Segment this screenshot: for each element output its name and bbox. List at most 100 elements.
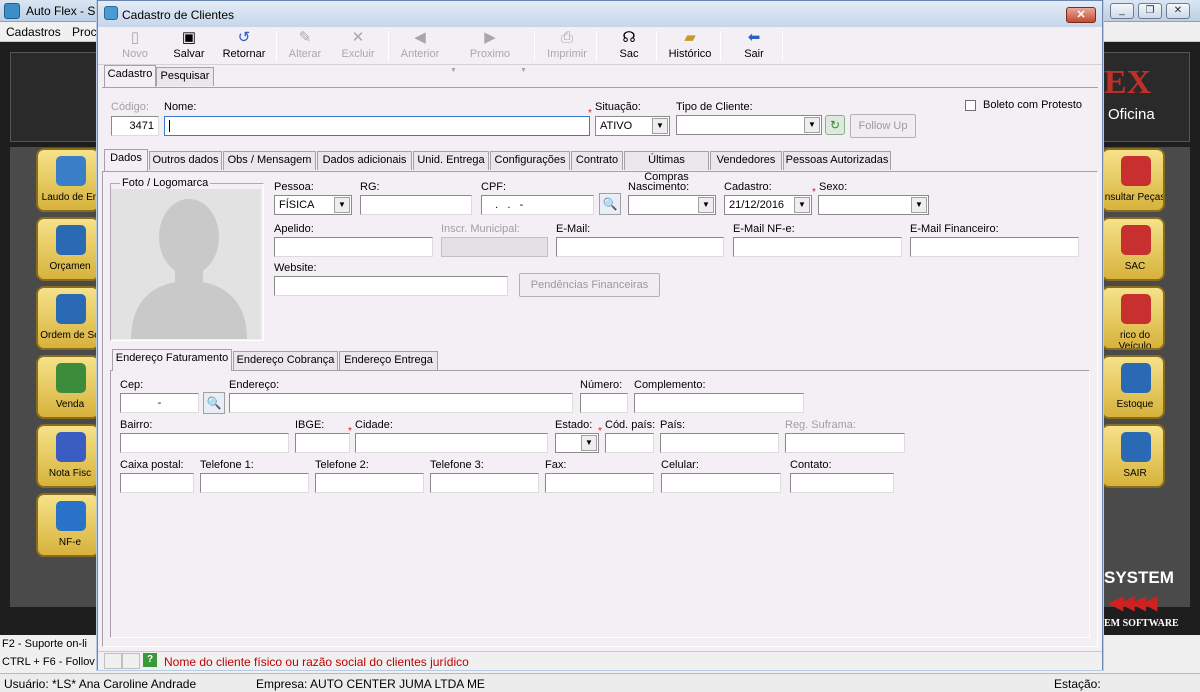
bairro-field[interactable] [120, 433, 289, 453]
email-field[interactable] [556, 237, 724, 257]
tab-endereco-entrega[interactable]: Endereço Entrega [339, 351, 438, 370]
tab-obs-mensagem[interactable]: Obs / Mensagem [223, 151, 316, 170]
boleto-checkbox[interactable] [965, 100, 976, 111]
proximo-dropdown-icon[interactable]: ▼ [520, 67, 527, 74]
tile-venda[interactable]: Venda [36, 355, 100, 419]
novo-button[interactable]: ▯ Novo [114, 29, 156, 63]
restore-icon[interactable]: ❐ [1138, 3, 1162, 19]
refresh-icon[interactable]: ↻ [825, 115, 845, 135]
app-title: Auto Flex - Si [26, 4, 99, 18]
tile-consultar-pecas[interactable]: nsultar Peças [1101, 148, 1165, 212]
email-financeiro-field[interactable] [910, 237, 1079, 257]
required-mark: * [812, 187, 816, 198]
reg-suframa-label: Reg. Suframa: [785, 419, 856, 431]
tipo-cliente-select[interactable]: ▼ [676, 115, 822, 135]
menu-processos[interactable]: Proc [72, 25, 97, 39]
caixa-postal-field[interactable] [120, 473, 194, 493]
tab-outros-dados[interactable]: Outros dados [149, 151, 222, 170]
cidade-field[interactable] [355, 433, 548, 453]
tab-vendedores[interactable]: Vendedores [710, 151, 782, 170]
magnifier-icon [1121, 156, 1151, 186]
follow-up-button[interactable]: Follow Up [850, 114, 916, 138]
tile-nota-fiscal[interactable]: Nota Fisc [36, 424, 100, 488]
dialog-close-icon[interactable]: ✕ [1066, 7, 1096, 23]
dialog-title: Cadastro de Clientes [122, 8, 235, 22]
tile-nfe[interactable]: NF-e [36, 493, 100, 557]
tile-sair[interactable]: SAIR [1101, 424, 1165, 488]
cep-search-icon[interactable]: 🔍 [203, 392, 225, 414]
reg-suframa-field[interactable] [785, 433, 905, 453]
apelido-field[interactable] [274, 237, 433, 257]
telefone1-field[interactable] [200, 473, 309, 493]
minimize-icon[interactable]: _ [1110, 3, 1134, 19]
email-nfe-field[interactable] [733, 237, 902, 257]
chevron-down-icon: ▼ [698, 197, 714, 213]
complemento-field[interactable] [634, 393, 804, 413]
system-brand-text: SYSTEM [1104, 568, 1174, 587]
tab-endereco-faturamento[interactable]: Endereço Faturamento [112, 349, 232, 371]
tab-ultimas-compras[interactable]: Últimas Compras [624, 151, 709, 183]
numero-field[interactable] [580, 393, 628, 413]
tab-unid-entrega[interactable]: Unid. Entrega [413, 151, 489, 170]
imprimir-button[interactable]: ⎙ Imprimir [544, 29, 590, 63]
contato-field[interactable] [790, 473, 894, 493]
cod-pais-field[interactable] [605, 433, 654, 453]
rg-label: RG: [360, 181, 380, 193]
pendencias-financeiras-button[interactable]: Pendências Financeiras [519, 273, 660, 297]
sac-button[interactable]: ☊ Sac [608, 29, 650, 63]
tab-pessoas-autorizadas[interactable]: Pessoas Autorizadas [783, 151, 891, 170]
shopping-cart-icon [56, 363, 86, 393]
fax-field[interactable] [545, 473, 654, 493]
proximo-button[interactable]: ▶ Proximo [466, 29, 514, 63]
cpf-search-icon[interactable]: 🔍 [599, 193, 621, 215]
retornar-button[interactable]: ↺ Retornar [218, 29, 270, 63]
cadastro-date[interactable]: 21/12/2016 ▼ [724, 195, 812, 215]
tab-dados[interactable]: Dados [104, 149, 148, 171]
alterar-button[interactable]: ✎ Alterar [284, 29, 326, 63]
tab-cadastro[interactable]: Cadastro [104, 65, 156, 87]
required-mark: * [598, 426, 602, 437]
tile-historico-veiculo[interactable]: rico do Veículo [1101, 286, 1165, 350]
estado-select[interactable]: ▼ [555, 433, 599, 453]
excluir-button[interactable]: ✕ Excluir [336, 29, 380, 63]
tile-estoque[interactable]: Estoque [1101, 355, 1165, 419]
ibge-field[interactable] [295, 433, 350, 453]
telefone3-label: Telefone 3: [430, 459, 484, 471]
anterior-button[interactable]: ◀ Anterior [396, 29, 444, 63]
tile-laudo[interactable]: Laudo de En [36, 148, 100, 212]
pessoa-select[interactable]: FÍSICA ▼ [274, 195, 352, 215]
celular-field[interactable] [661, 473, 781, 493]
rg-field[interactable] [360, 195, 472, 215]
nome-field[interactable] [164, 116, 590, 136]
nascimento-date[interactable]: ▼ [628, 195, 716, 215]
complemento-label: Complemento: [634, 379, 706, 391]
historico-button[interactable]: ▰ Histórico [666, 29, 714, 63]
sexo-select[interactable]: ▼ [818, 195, 929, 215]
tab-pesquisar[interactable]: Pesquisar [156, 67, 214, 86]
anterior-dropdown-icon[interactable]: ▼ [450, 67, 457, 74]
close-icon[interactable]: ✕ [1166, 3, 1190, 19]
telefone3-field[interactable] [430, 473, 539, 493]
menu-cadastros[interactable]: Cadastros [6, 25, 61, 39]
situacao-select[interactable]: ATIVO ▼ [595, 116, 670, 136]
website-field[interactable] [274, 276, 508, 296]
cpf-field[interactable]: . . - [481, 195, 594, 215]
foto-placeholder[interactable] [111, 189, 261, 339]
tab-endereco-cobranca[interactable]: Endereço Cobrança [233, 351, 338, 370]
tab-contrato[interactable]: Contrato [571, 151, 623, 170]
telefone2-field[interactable] [315, 473, 424, 493]
email-financeiro-label: E-Mail Financeiro: [910, 223, 999, 235]
cpf-label: CPF: [481, 181, 507, 193]
sair-button[interactable]: ⬅ Sair [734, 29, 774, 63]
salvar-button[interactable]: ▣ Salvar [168, 29, 210, 63]
codigo-field[interactable]: 3471 [111, 116, 159, 136]
tab-dados-adicionais[interactable]: Dados adicionais [317, 151, 412, 170]
tile-ordem-servico[interactable]: Ordem de Se [36, 286, 100, 350]
toolbar-separator [276, 31, 277, 61]
tile-orcamento[interactable]: Orçamen [36, 217, 100, 281]
endereco-field[interactable] [229, 393, 573, 413]
cep-field[interactable]: - [120, 393, 199, 413]
tab-configuracoes[interactable]: Configurações [490, 151, 570, 170]
tile-sac[interactable]: SAC [1101, 217, 1165, 281]
pais-field[interactable] [660, 433, 779, 453]
